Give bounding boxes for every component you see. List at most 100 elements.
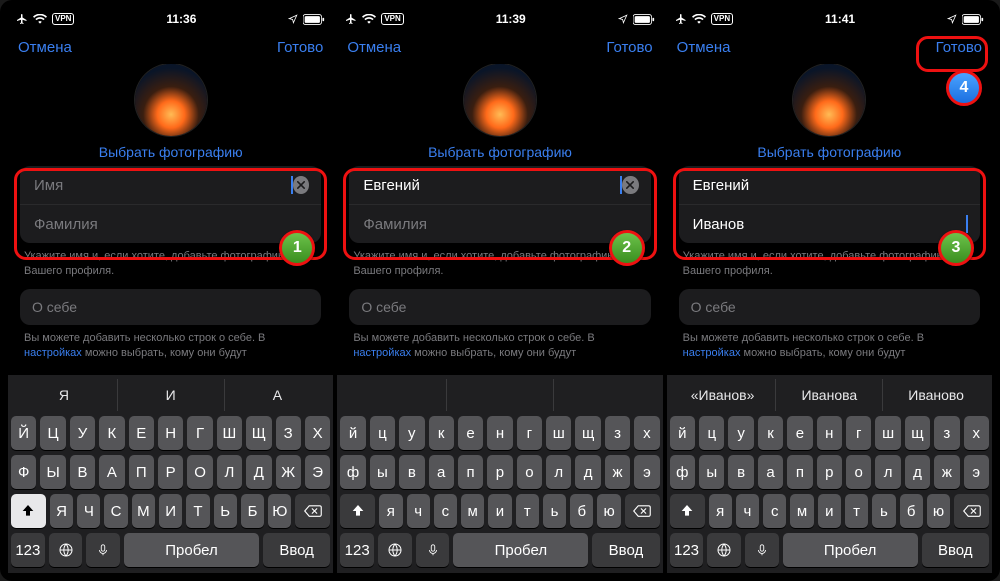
key[interactable]: Г — [187, 416, 212, 450]
key[interactable]: М — [790, 494, 813, 528]
key[interactable]: С — [434, 494, 457, 528]
key[interactable]: Ш — [875, 416, 900, 450]
key[interactable]: Ь — [872, 494, 895, 528]
done-button[interactable]: Готово — [277, 39, 323, 56]
key[interactable]: М — [132, 494, 155, 528]
key[interactable]: Ц — [699, 416, 724, 450]
key[interactable]: А — [99, 455, 124, 489]
key[interactable]: Н — [487, 416, 512, 450]
key[interactable]: Н — [817, 416, 842, 450]
key[interactable]: Й — [670, 416, 695, 450]
key[interactable]: У — [728, 416, 753, 450]
key[interactable]: К — [758, 416, 783, 450]
key[interactable]: К — [99, 416, 124, 450]
key[interactable]: О — [517, 455, 542, 489]
key[interactable]: З — [934, 416, 959, 450]
key[interactable]: Ю — [927, 494, 950, 528]
first-name-input[interactable] — [32, 176, 290, 195]
key[interactable]: Б — [570, 494, 593, 528]
key[interactable]: У — [399, 416, 424, 450]
mic-key[interactable] — [416, 533, 450, 567]
suggestion[interactable]: Иванова — [776, 379, 883, 411]
cancel-button[interactable]: Отмена — [347, 39, 401, 56]
key[interactable]: Р — [487, 455, 512, 489]
shift-key[interactable] — [670, 494, 705, 528]
choose-photo-link[interactable]: Выбрать фотографию — [20, 144, 321, 160]
key[interactable]: Т — [186, 494, 209, 528]
numbers-key[interactable]: 123 — [670, 533, 704, 567]
key[interactable]: О — [846, 455, 871, 489]
first-name-input[interactable] — [361, 176, 619, 195]
key[interactable]: И — [818, 494, 841, 528]
key[interactable]: Х — [964, 416, 989, 450]
key[interactable]: Н — [158, 416, 183, 450]
suggestion[interactable]: И — [118, 379, 225, 411]
key[interactable]: Щ — [575, 416, 600, 450]
return-key[interactable]: Ввод — [263, 533, 330, 567]
backspace-key[interactable] — [625, 494, 660, 528]
done-button[interactable]: Готово — [606, 39, 652, 56]
key[interactable]: Я — [379, 494, 402, 528]
key[interactable]: Ч — [407, 494, 430, 528]
clear-icon[interactable] — [622, 176, 638, 194]
return-key[interactable]: Ввод — [592, 533, 659, 567]
key[interactable]: Ь — [543, 494, 566, 528]
key[interactable]: Л — [546, 455, 571, 489]
key[interactable]: Е — [787, 416, 812, 450]
key[interactable]: Т — [845, 494, 868, 528]
key[interactable]: Ы — [40, 455, 65, 489]
return-key[interactable]: Ввод — [922, 533, 989, 567]
settings-link[interactable]: настройках — [353, 347, 411, 359]
avatar[interactable] — [464, 64, 536, 136]
key[interactable]: Е — [458, 416, 483, 450]
key[interactable]: Б — [241, 494, 264, 528]
avatar[interactable] — [135, 64, 207, 136]
key[interactable]: А — [758, 455, 783, 489]
suggestion[interactable] — [340, 379, 447, 411]
choose-photo-link[interactable]: Выбрать фотографию — [679, 144, 980, 160]
key[interactable]: Ы — [699, 455, 724, 489]
cancel-button[interactable]: Отмена — [18, 39, 72, 56]
key[interactable]: Э — [305, 455, 330, 489]
key[interactable]: П — [129, 455, 154, 489]
numbers-key[interactable]: 123 — [340, 533, 374, 567]
key[interactable]: Ы — [370, 455, 395, 489]
key[interactable]: Т — [516, 494, 539, 528]
key[interactable]: Й — [340, 416, 365, 450]
globe-key[interactable] — [378, 533, 412, 567]
suggestion[interactable]: Я — [11, 379, 118, 411]
mic-key[interactable] — [745, 533, 779, 567]
space-key[interactable]: Пробел — [453, 533, 588, 567]
key[interactable]: З — [605, 416, 630, 450]
last-name-input[interactable] — [32, 215, 309, 234]
suggestion[interactable] — [554, 379, 660, 411]
key[interactable]: А — [429, 455, 454, 489]
key[interactable]: Э — [634, 455, 659, 489]
last-name-input[interactable] — [691, 215, 965, 234]
key[interactable]: М — [461, 494, 484, 528]
key[interactable]: И — [159, 494, 182, 528]
key[interactable]: Э — [964, 455, 989, 489]
key[interactable]: Е — [129, 416, 154, 450]
key[interactable]: Ц — [370, 416, 395, 450]
key[interactable]: Ш — [546, 416, 571, 450]
key[interactable]: Ю — [268, 494, 291, 528]
space-key[interactable]: Пробел — [124, 533, 259, 567]
key[interactable]: У — [70, 416, 95, 450]
key[interactable]: Ф — [670, 455, 695, 489]
suggestion[interactable]: А — [225, 379, 331, 411]
key[interactable]: Й — [11, 416, 36, 450]
key[interactable]: Ю — [597, 494, 620, 528]
clear-icon[interactable] — [293, 176, 309, 194]
globe-key[interactable] — [49, 533, 83, 567]
key[interactable]: С — [763, 494, 786, 528]
key[interactable]: С — [104, 494, 127, 528]
about-field[interactable]: О себе — [20, 289, 321, 325]
key[interactable]: Х — [305, 416, 330, 450]
key[interactable]: Ь — [214, 494, 237, 528]
suggestion[interactable] — [447, 379, 554, 411]
key[interactable]: О — [187, 455, 212, 489]
done-button[interactable]: Готово — [936, 39, 982, 56]
suggestion[interactable]: Иваново — [883, 379, 989, 411]
cancel-button[interactable]: Отмена — [677, 39, 731, 56]
